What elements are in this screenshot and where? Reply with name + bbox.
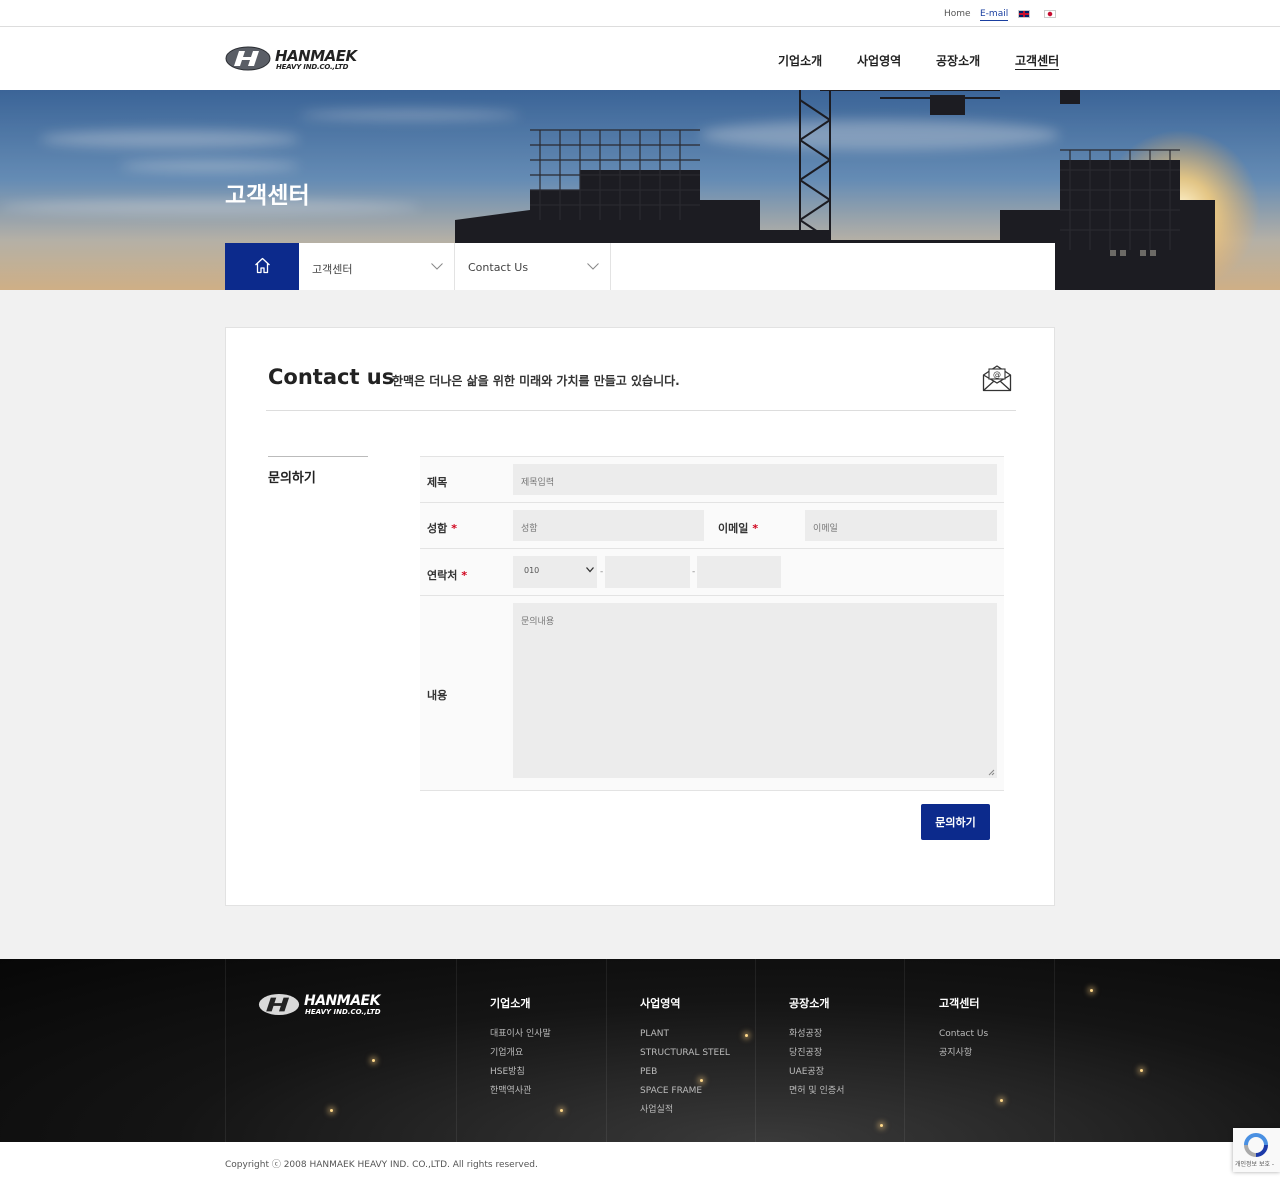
contact-subtitle: 한맥은 더나은 삶을 위한 미래와 가치를 만들고 있습니다.: [392, 374, 680, 388]
breadcrumb-home-button[interactable]: [225, 243, 299, 290]
mail-icon: @: [982, 365, 1012, 392]
email-input[interactable]: 이메일: [805, 510, 997, 541]
name-input[interactable]: 성함: [513, 510, 704, 541]
footer-link[interactable]: PLANT: [640, 1025, 730, 1044]
subject-input[interactable]: 제목입력: [513, 464, 997, 495]
breadcrumb-level2-label: Contact Us: [468, 261, 529, 274]
phone-separator: -: [692, 567, 696, 577]
subject-label: 제목: [427, 476, 448, 489]
footer-link[interactable]: 사업실적: [640, 1101, 730, 1120]
phone-label: 연락처 *: [427, 569, 468, 582]
nav-customer-center[interactable]: 고객센터: [1015, 52, 1060, 70]
form-section-label: 문의하기: [268, 456, 368, 486]
contact-title: Contact us: [268, 365, 395, 389]
footer-link[interactable]: 대표이사 인사말: [490, 1025, 551, 1044]
english-flag-icon[interactable]: [1018, 10, 1030, 18]
footer-link[interactable]: 기업개요: [490, 1044, 551, 1063]
message-row: 내용 문의내용: [420, 595, 1004, 791]
footer-link[interactable]: PEB: [640, 1063, 730, 1082]
korean-flag-icon[interactable]: [1044, 10, 1056, 18]
footer-link[interactable]: HSE방침: [490, 1063, 551, 1082]
footer-link[interactable]: UAE공장: [789, 1063, 844, 1082]
contact-card: Contact us 한맥은 더나은 삶을 위한 미래와 가치를 만들고 있습니…: [225, 327, 1055, 906]
breadcrumb-select-level2[interactable]: Contact Us: [455, 243, 611, 290]
footer-link[interactable]: Contact Us: [939, 1025, 988, 1044]
site-header: HANMAEK HEAVY IND.CO.,LTD 기업소개 사업영역 공장소개…: [0, 28, 1280, 90]
footer-column-company: 기업소개 대표이사 인사말 기업개요 HSE방침 한맥역사관: [490, 995, 551, 1101]
title-divider: [266, 410, 1016, 411]
footer-column-business: 사업영역 PLANT STRUCTURAL STEEL PEB SPACE FR…: [640, 995, 730, 1120]
home-icon: [255, 257, 270, 274]
recaptcha-icon: [1244, 1133, 1268, 1157]
submit-button[interactable]: 문의하기: [921, 804, 990, 840]
recaptcha-badge[interactable]: 개인정보 보호 -: [1233, 1128, 1280, 1172]
footer-logo[interactable]: HANMAEK HEAVY IND.CO.,LTD: [258, 992, 383, 1018]
footer-link[interactable]: SPACE FRAME: [640, 1082, 730, 1101]
brand-sub: HEAVY IND.CO.,LTD: [276, 63, 349, 71]
chevron-down-icon: [431, 263, 443, 270]
footer-link[interactable]: 면허 및 인증서: [789, 1082, 844, 1101]
name-email-row: 성함 * 성함 이메일 * 이메일: [420, 502, 1004, 548]
nav-factory[interactable]: 공장소개: [936, 52, 980, 69]
resize-handle-icon[interactable]: [988, 769, 995, 776]
footer-link[interactable]: 한맥역사관: [490, 1082, 551, 1101]
breadcrumb-level1-label: 고객센터: [312, 263, 353, 276]
logo-mark-icon: [258, 994, 300, 1015]
name-label: 성함 *: [427, 522, 458, 535]
email-link[interactable]: E-mail: [980, 9, 1009, 21]
chevron-down-icon: [587, 263, 599, 270]
breadcrumb-select-level1[interactable]: 고객센터: [299, 243, 455, 290]
phone-middle-input[interactable]: [605, 556, 690, 588]
logo-mark-icon: [225, 46, 271, 71]
utility-bar: Home E-mail: [0, 0, 1280, 27]
site-footer: HANMAEK HEAVY IND.CO.,LTD 기업소개 대표이사 인사말 …: [0, 959, 1280, 1142]
phone-last-input[interactable]: [697, 556, 781, 588]
logo[interactable]: HANMAEK HEAVY IND.CO.,LTD: [225, 44, 360, 74]
footer-column-factory: 공장소개 화성공장 당진공장 UAE공장 면허 및 인증서: [789, 995, 844, 1101]
svg-text:@: @: [993, 370, 1001, 379]
message-label: 내용: [427, 689, 448, 702]
email-label: 이메일 *: [718, 522, 759, 535]
page-title: 고객센터: [225, 183, 310, 209]
breadcrumb: 고객센터 Contact Us: [225, 243, 1055, 290]
phone-row: 연락처 * 010 - -: [420, 548, 1004, 595]
footer-column-customer: 고객센터 Contact Us 공지사항: [939, 995, 988, 1063]
footer-brand-sub: HEAVY IND.CO.,LTD: [305, 1008, 381, 1016]
phone-separator: -: [600, 567, 604, 577]
subject-row: 제목 제목입력: [420, 456, 1004, 502]
footer-link[interactable]: 당진공장: [789, 1044, 844, 1063]
nav-company[interactable]: 기업소개: [778, 52, 822, 69]
phone-prefix-select[interactable]: 010: [513, 556, 597, 588]
footer-link[interactable]: 화성공장: [789, 1025, 844, 1044]
home-link[interactable]: Home: [944, 9, 971, 19]
footer-link[interactable]: STRUCTURAL STEEL: [640, 1044, 730, 1063]
copyright: Copyright ⓒ 2008 HANMAEK HEAVY IND. CO.,…: [225, 1160, 538, 1170]
footer-brand-name: HANMAEK: [304, 993, 380, 1009]
chevron-down-icon: [586, 567, 594, 573]
footer-link[interactable]: 공지사항: [939, 1044, 988, 1063]
recaptcha-label: 개인정보 보호 -: [1235, 1161, 1275, 1168]
nav-business[interactable]: 사업영역: [857, 52, 901, 69]
message-textarea[interactable]: 문의내용: [513, 603, 997, 778]
